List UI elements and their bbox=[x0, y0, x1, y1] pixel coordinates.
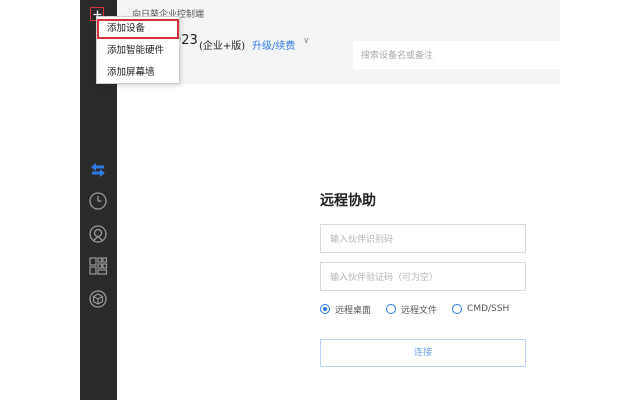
radio-label: 远程文件 bbox=[401, 305, 438, 316]
radio-unselected-icon bbox=[452, 304, 463, 314]
verify-code-input[interactable] bbox=[320, 262, 526, 291]
location-icon[interactable] bbox=[88, 224, 108, 244]
menu-item-add-device[interactable]: 添加设备 bbox=[97, 19, 179, 39]
header-right-area bbox=[560, 0, 640, 84]
edition-label: (企业+版) bbox=[199, 41, 246, 52]
menu-item-add-smart-hardware[interactable]: 添加智能硬件 bbox=[97, 41, 179, 61]
radio-label: CMD/SSH bbox=[467, 304, 510, 314]
header: 向日葵企业控制端 923 (企业+版) 升级/续费 ∨ bbox=[117, 0, 560, 84]
radio-remote-desktop[interactable]: 远程桌面 bbox=[320, 303, 371, 316]
radio-unselected-icon bbox=[386, 304, 397, 314]
radio-selected-icon bbox=[320, 304, 330, 314]
radio-label: 远程桌面 bbox=[335, 305, 372, 316]
clock-icon[interactable] bbox=[88, 191, 108, 211]
remote-assist-title: 远程协助 bbox=[320, 193, 376, 209]
radio-remote-file[interactable]: 远程文件 bbox=[386, 303, 437, 316]
apps-grid-icon[interactable] bbox=[88, 256, 108, 276]
menu-item-add-screen-wall[interactable]: 添加屏幕墙 bbox=[97, 63, 179, 83]
partner-id-input[interactable] bbox=[320, 224, 526, 253]
chevron-down-icon[interactable]: ∨ bbox=[303, 36, 310, 46]
upgrade-link[interactable]: 升级/续费 bbox=[252, 37, 295, 52]
search-input[interactable] bbox=[353, 41, 560, 69]
add-dropdown-menu: 添加设备 添加智能硬件 添加屏幕墙 bbox=[96, 16, 180, 84]
transfer-arrows-icon[interactable] bbox=[88, 160, 108, 180]
connect-button[interactable]: 连接 bbox=[320, 339, 526, 367]
radio-cmd-ssh[interactable]: CMD/SSH bbox=[452, 304, 509, 314]
connection-mode-group: 远程桌面 远程文件 CMD/SSH bbox=[320, 302, 524, 316]
cube-icon[interactable] bbox=[88, 289, 108, 309]
